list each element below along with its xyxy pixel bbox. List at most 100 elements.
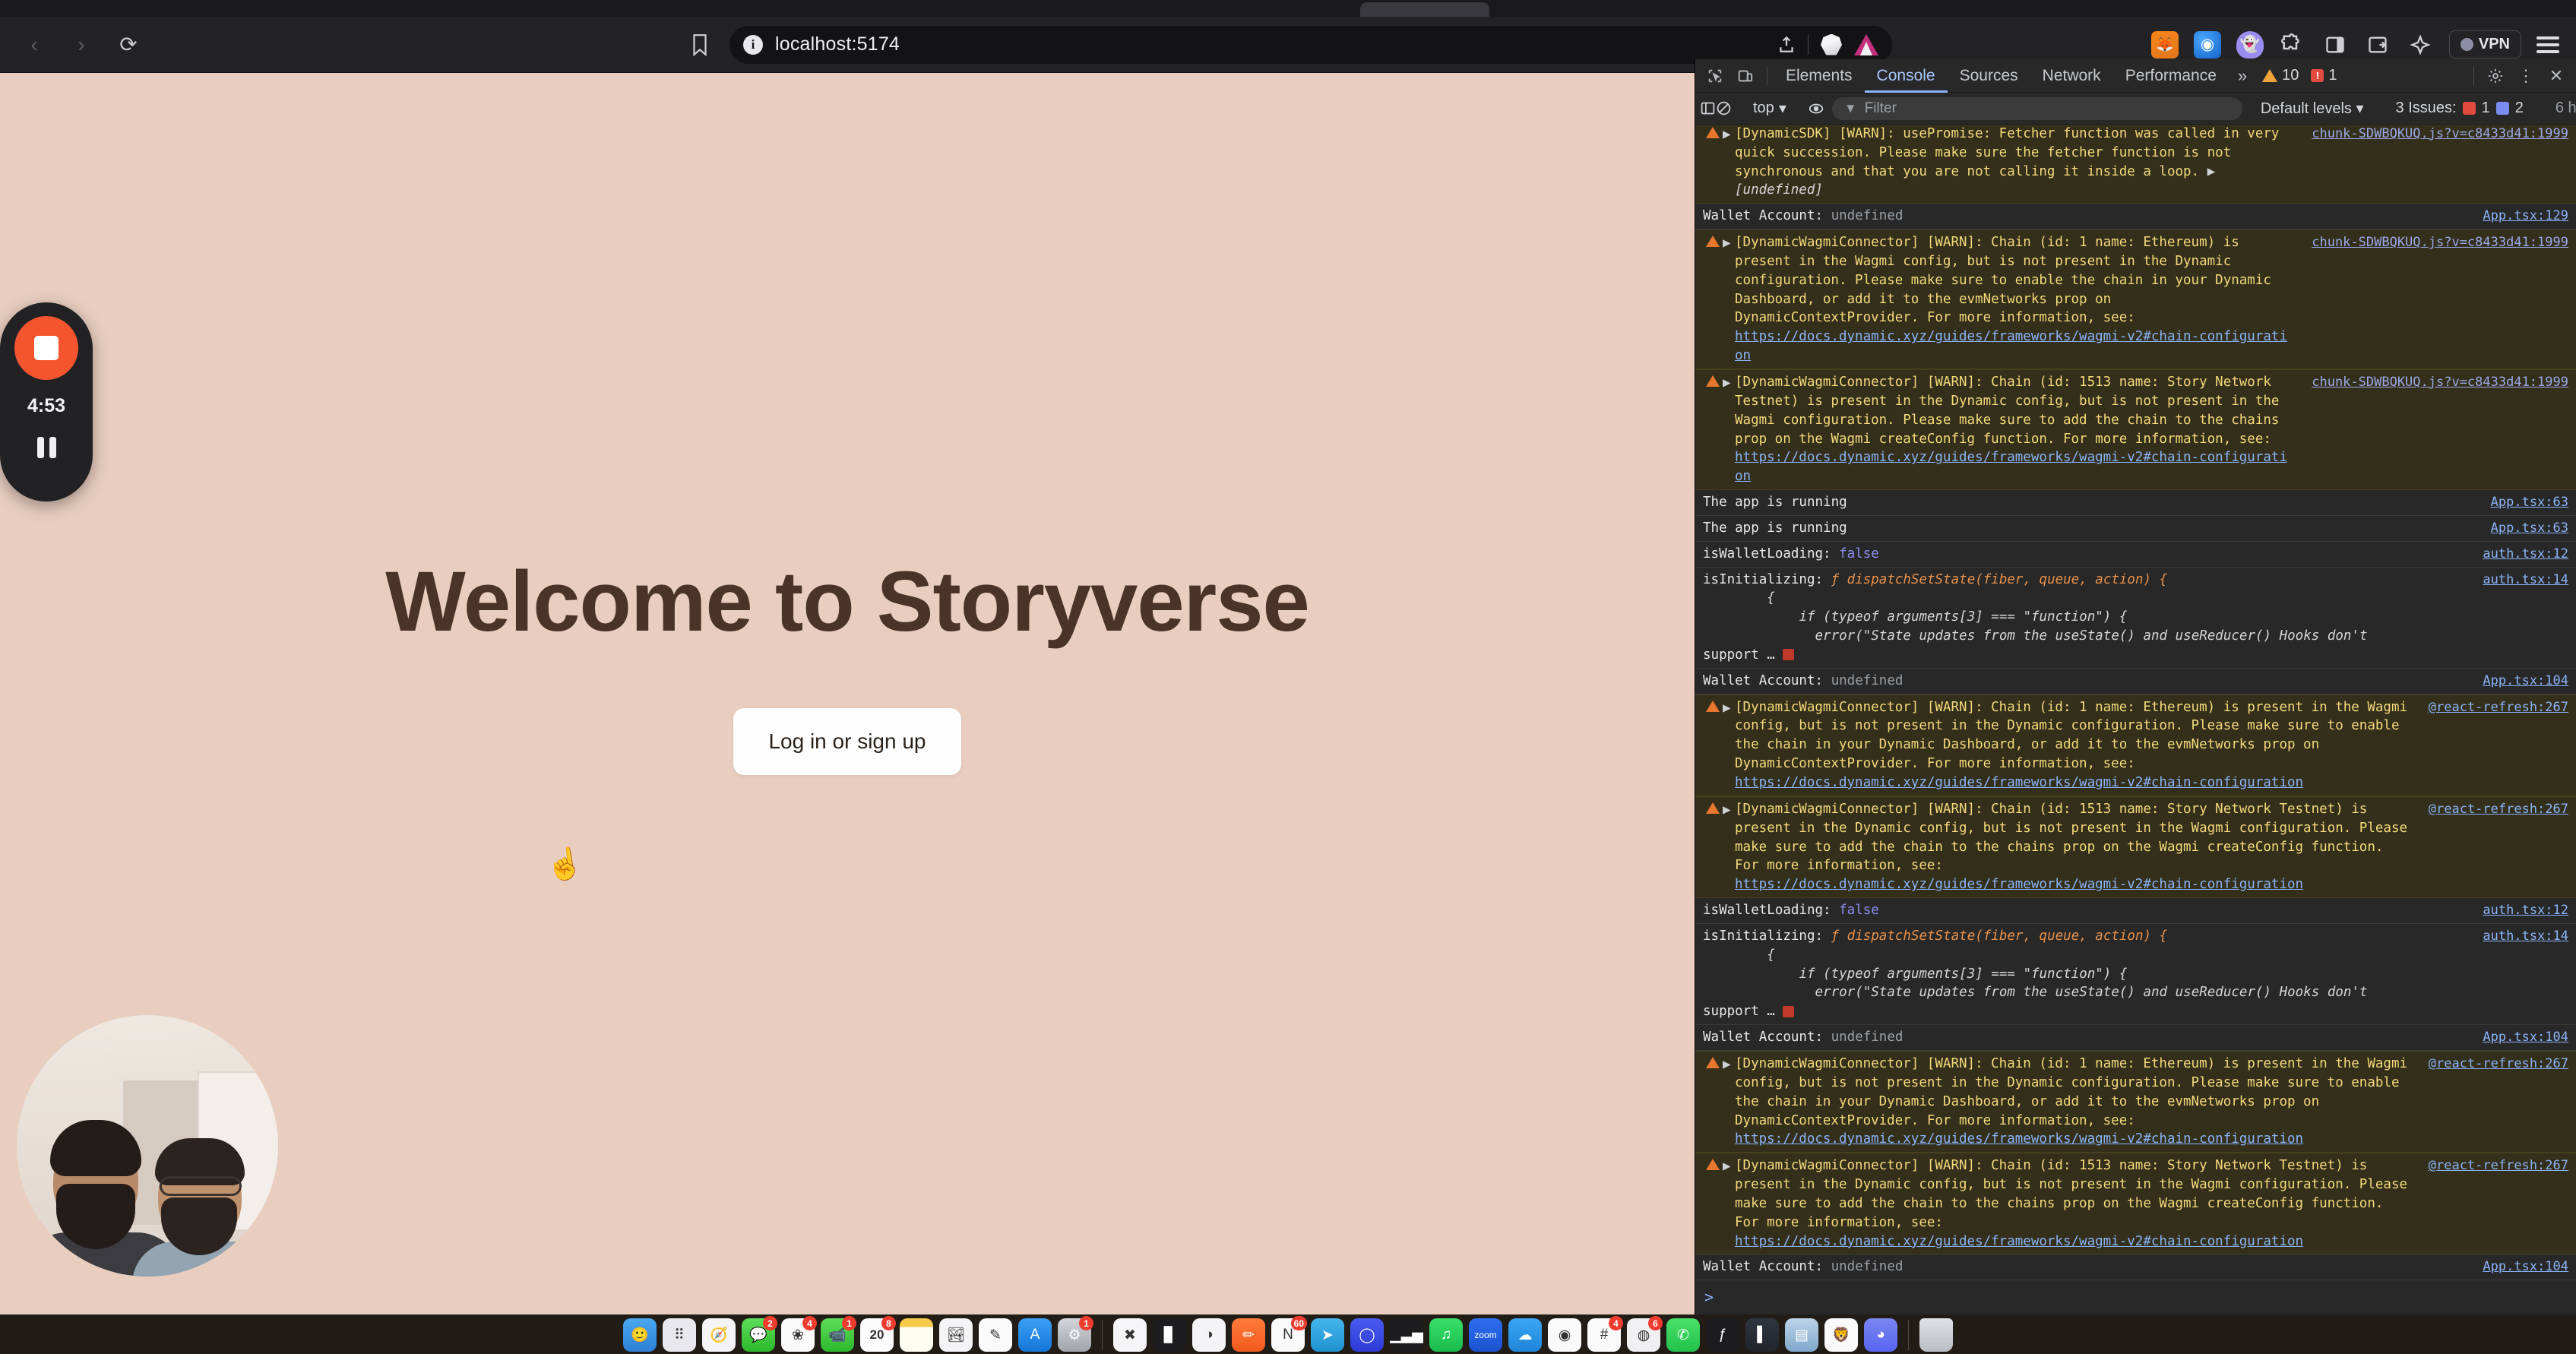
console-prompt[interactable]: > [1695,1280,2576,1314]
clear-console-icon[interactable] [1716,93,1732,124]
live-expressions-icon[interactable] [1808,93,1824,124]
dock-item-chrome[interactable]: ◉ [1548,1317,1581,1353]
dock-item-brave-browser[interactable]: 🦁 [1824,1317,1858,1353]
expand-arrow-icon[interactable]: ▶ [1723,1156,1735,1176]
log-levels-selector[interactable]: Default levels ▾ [2250,99,2375,118]
sidebar-toggle-icon[interactable] [2321,31,2349,59]
console-warning-message[interactable]: ▶ [DynamicSDK] [WARN]: usePromise: Fetche… [1695,125,2576,204]
address-bar[interactable]: i localhost:5174 [729,25,1892,64]
dock-item-telegram[interactable]: ➤ [1311,1317,1344,1353]
dock-item-discord[interactable]: ◕ [1864,1317,1897,1353]
dock-item-zoom[interactable]: zoom [1469,1317,1502,1353]
console-warning-message[interactable]: ▶ [DynamicWagmiConnector] [WARN]: Chain (… [1695,229,2576,369]
console-log-message[interactable]: The app is running App.tsx:63 [1695,516,2576,542]
console-source-link[interactable]: @react-refresh:267 [2423,698,2568,717]
console-warning-message[interactable]: ▶ [DynamicWagmiConnector] [WARN]: Chain (… [1695,694,2576,796]
console-source-link[interactable]: auth.tsx:12 [2476,901,2568,919]
tab-performance[interactable]: Performance [2113,59,2229,93]
tab-network[interactable]: Network [2030,59,2113,93]
dock-item-facetime[interactable]: 📹 1 [821,1316,856,1353]
tab-sources[interactable]: Sources [1948,59,2030,93]
console-sidebar-icon[interactable] [1700,93,1716,124]
console-source-link[interactable]: @react-refresh:267 [2423,1156,2568,1175]
expand-arrow-icon[interactable]: ▶ [1723,698,1735,718]
dock-item-preview[interactable]: 🏞 [939,1317,973,1353]
dock-item-launchpad[interactable]: ⠿ [663,1317,696,1353]
device-toolbar-icon[interactable] [1730,61,1761,91]
console-source-link[interactable]: chunk-SDWBQKUQ.js?v=c8433d41:1999 [2305,125,2568,143]
more-tabs-icon[interactable]: » [2229,66,2256,86]
webcam-bubble[interactable] [17,1015,278,1276]
console-source-link[interactable]: App.tsx:104 [2476,672,2568,690]
back-icon[interactable]: ‹ [14,24,55,65]
dock-item-postman[interactable]: ◑ [1192,1317,1226,1353]
dock-item-safari[interactable]: 🧭 [702,1317,736,1353]
console-warning-message[interactable]: ▶ [DynamicWagmiConnector] [WARN]: Chain (… [1695,1153,2576,1255]
tab-elements[interactable]: Elements [1774,59,1865,93]
doc-link[interactable]: https://docs.dynamic.xyz/guides/framewor… [1735,450,2287,484]
console-log-message[interactable]: Wallet Account: undefined App.tsx:104 [1695,1025,2576,1051]
dock-item-system-settings[interactable]: ⚙ 1 [1058,1316,1093,1353]
console-log-message[interactable]: isWalletLoading: false auth.tsx:12 [1695,898,2576,924]
sparkle-icon[interactable] [2407,31,2434,59]
dock-item-spotify[interactable]: ♫ [1429,1317,1463,1353]
console-log-message[interactable]: Wallet Account: undefined App.tsx:104 [1695,669,2576,694]
dock-item-shazam[interactable]: ◍ 6 [1627,1316,1663,1353]
doc-link[interactable]: https://docs.dynamic.xyz/guides/framewor… [1735,1234,2303,1249]
console-source-link[interactable]: chunk-SDWBQKUQ.js?v=c8433d41:1999 [2305,373,2568,391]
hamburger-menu-icon[interactable] [2536,36,2559,53]
dock-item-slack[interactable]: #4 [1587,1316,1623,1353]
wallet-globe-extension-icon[interactable]: ◉ [2193,30,2221,59]
console-source-link[interactable]: @react-refresh:267 [2423,1055,2568,1073]
dock-item-terminal[interactable]: ▊ [1153,1317,1186,1353]
dock-item-trash[interactable] [1919,1318,1953,1352]
info-shield-icon[interactable]: i [743,34,763,55]
reload-icon[interactable]: ⟳ [108,24,149,65]
doc-link[interactable]: https://docs.dynamic.xyz/guides/framewor… [1735,329,2287,363]
brave-shield-icon[interactable] [1821,33,1842,55]
console-source-link[interactable]: chunk-SDWBQKUQ.js?v=c8433d41:1999 [2305,233,2568,252]
leo-ai-icon[interactable] [1854,33,1878,55]
dock-item-linear[interactable]: ▌ [1745,1317,1779,1353]
forward-icon[interactable]: › [61,24,102,65]
execution-context-selector[interactable]: top ▾ [1744,99,1796,118]
console-message-list[interactable]: ▶and that you are not calling it inside … [1695,125,2576,1314]
expand-arrow-icon[interactable]: ▶ [1723,125,1735,144]
upload-icon[interactable] [1777,35,1796,55]
expand-arrow-icon[interactable]: ▶ [1723,1055,1735,1074]
console-source-link[interactable]: App.tsx:104 [2476,1258,2568,1276]
expand-arrow-icon[interactable]: ▶ [1723,233,1735,253]
console-warning-message[interactable]: ▶ [DynamicWagmiConnector] [WARN]: Chain (… [1695,369,2576,491]
dock-item-notion[interactable]: N 60 [1271,1316,1307,1353]
doc-link[interactable]: https://docs.dynamic.xyz/guides/framewor… [1735,1131,2303,1147]
console-log-message[interactable]: isInitializing: ƒ dispatchSetState(fiber… [1695,568,2576,669]
error-count-badge[interactable]: ! 1 [2305,67,2343,84]
bookmark-icon[interactable] [681,26,719,64]
dock-item-screenshot-app[interactable]: ▤ [1785,1317,1818,1353]
console-log-message[interactable]: Wallet Account: undefined App.tsx:104 [1695,1254,2576,1281]
dock-item-messages[interactable]: 💬 2 [742,1316,777,1353]
dock-item-bluesky[interactable]: ☁ [1508,1317,1542,1353]
dock-item-whatsapp[interactable]: ✆ [1666,1317,1700,1353]
dock-item-appstore[interactable]: A [1018,1317,1052,1353]
puzzle-extensions-icon[interactable] [2279,31,2306,59]
tab-console[interactable]: Console [1865,59,1948,93]
dock-item-vscode[interactable]: ✖ [1113,1317,1147,1353]
expand-arrow-icon[interactable]: ▶ [1723,373,1735,393]
kebab-menu-icon[interactable]: ⋮ [2511,61,2541,91]
console-source-link[interactable]: auth.tsx:14 [2476,571,2568,589]
split-view-icon[interactable] [2364,31,2391,59]
console-source-link[interactable]: App.tsx:63 [2485,493,2568,511]
phantom-wallet-extension-icon[interactable]: 👻 [2236,30,2264,59]
stop-recording-button[interactable] [14,316,78,380]
close-icon[interactable]: ✕ [2541,61,2571,91]
console-source-link[interactable]: App.tsx:104 [2476,1028,2568,1046]
dock-item-finder[interactable]: 🙂 [623,1317,657,1353]
console-log-message[interactable]: The app is running App.tsx:63 [1695,490,2576,516]
dock-item-figma[interactable]: ƒ [1706,1317,1739,1353]
console-source-link[interactable]: @react-refresh:267 [2423,800,2568,818]
console-log-message[interactable]: isWalletLoading: false auth.tsx:12 [1695,542,2576,568]
login-or-signup-button[interactable]: Log in or sign up [733,707,961,775]
dock-item-activity-monitor[interactable]: ▁▃▅ [1390,1317,1423,1353]
expand-arrow-icon[interactable]: ▶ [1723,800,1735,820]
